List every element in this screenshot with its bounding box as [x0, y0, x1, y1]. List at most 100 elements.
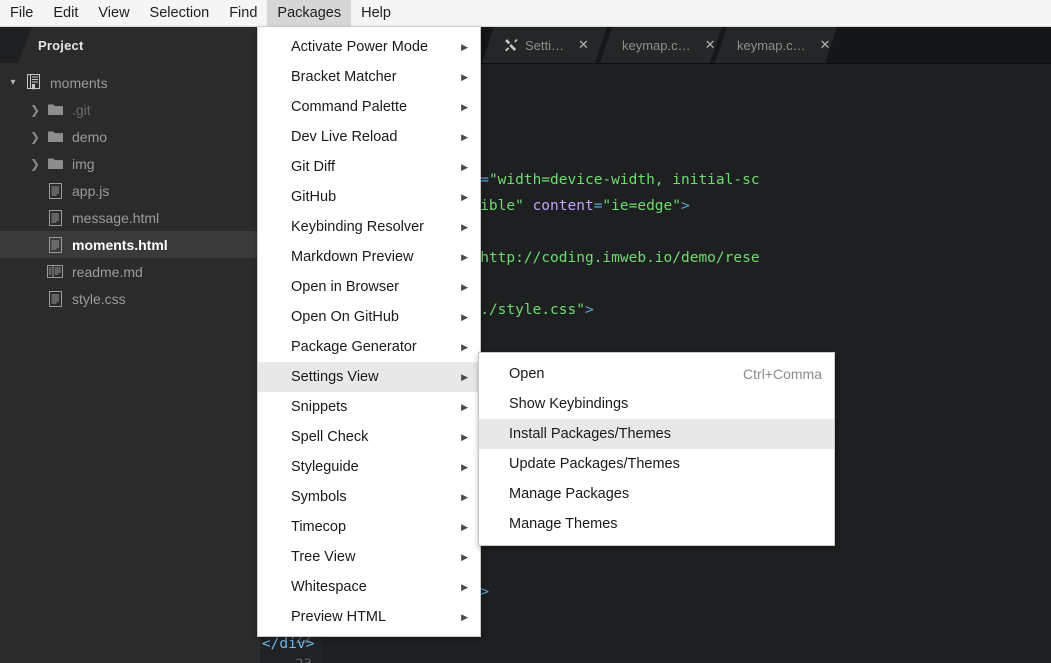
menu-item-label: Git Diff: [291, 159, 336, 175]
close-icon[interactable]: ✕: [705, 37, 716, 53]
chevron-right-icon: ▶: [461, 41, 468, 52]
menu-item-label: Styleguide: [291, 459, 359, 475]
editor-tab-keymapc[interactable]: keymap.c… ✕: [715, 27, 837, 63]
file-tree: ▾ moments ❯ .git ❯ demo ❯ img app.js message.html…: [0, 63, 260, 312]
chevron-right-icon: ▶: [461, 551, 468, 562]
editor-tab-label: keymap.c…: [737, 37, 806, 53]
menu-item-label: Update Packages/Themes: [509, 456, 680, 472]
packages-menu-item-preview-html[interactable]: Preview HTML ▶: [258, 602, 480, 632]
tree-item-label: message.html: [72, 209, 160, 226]
chevron-right-icon: ▶: [461, 101, 468, 112]
chevron-right-icon: ▶: [461, 221, 468, 232]
menu-item-label: Open: [509, 366, 545, 382]
packages-menu-item-markdown-preview[interactable]: Markdown Preview ▶: [258, 242, 480, 272]
packages-menu-item-git-diff[interactable]: Git Diff ▶: [258, 152, 480, 182]
packages-menu-item-open-in-browser[interactable]: Open in Browser ▶: [258, 272, 480, 302]
tree-item-img[interactable]: ❯ img: [0, 150, 260, 177]
menubar-item-packages[interactable]: Packages: [267, 0, 352, 26]
close-icon[interactable]: ✕: [820, 37, 831, 53]
chevron-right-icon: ▶: [461, 71, 468, 82]
settings-submenu-item-show-keybindings[interactable]: Show Keybindings: [479, 389, 834, 419]
menubar-item-selection[interactable]: Selection: [140, 0, 220, 26]
chevron-right-icon[interactable]: ❯: [28, 103, 42, 117]
menu-item-label: GitHub: [291, 189, 337, 205]
settings-view-submenu: Open Ctrl+Comma Show Keybindings Install Pa…: [478, 352, 835, 546]
tree-item-label: .git: [72, 101, 91, 118]
close-icon[interactable]: ✕: [578, 37, 589, 53]
tree-item-label: app.js: [72, 182, 110, 199]
tree-item-label: img: [72, 155, 95, 172]
packages-menu-item-timecop[interactable]: Timecop ▶: [258, 512, 480, 542]
folder-icon: [44, 157, 66, 170]
tab-project[interactable]: Project: [18, 27, 258, 63]
menubar-item-find[interactable]: Find: [219, 0, 267, 26]
line-number: 23: [295, 657, 312, 663]
project-sidebar: Project ▾ moments ❯ .git ❯ demo ❯ img app.js mess…: [0, 27, 260, 663]
menubar-item-view[interactable]: View: [88, 0, 139, 26]
workspace: Project ▾ moments ❯ .git ❯ demo ❯ img app.js mess…: [0, 27, 1051, 663]
menubar-item-file[interactable]: File: [0, 0, 43, 26]
packages-menu-item-styleguide[interactable]: Styleguide ▶: [258, 452, 480, 482]
tree-item-demo[interactable]: ❯ demo: [0, 123, 260, 150]
packages-menu-item-keybinding-resolver[interactable]: Keybinding Resolver ▶: [258, 212, 480, 242]
tree-item-moments[interactable]: ▾ moments: [0, 69, 260, 96]
settings-submenu-item-manage-packages[interactable]: Manage Packages: [479, 479, 834, 509]
menu-item-label: Bracket Matcher: [291, 69, 397, 85]
file-icon: [44, 209, 66, 226]
chevron-right-icon: ▶: [461, 131, 468, 142]
editor-tab-label: keymap.c…: [622, 37, 691, 53]
tree-item-message-html[interactable]: message.html: [0, 204, 260, 231]
menu-item-label: Preview HTML: [291, 609, 387, 625]
menu-item-label: Open in Browser: [291, 279, 399, 295]
tools-icon: [504, 38, 519, 53]
menu-item-shortcut: Ctrl+Comma: [743, 366, 822, 382]
chevron-right-icon[interactable]: ❯: [28, 157, 42, 171]
packages-menu-item-open-on-github[interactable]: Open On GitHub ▶: [258, 302, 480, 332]
code-token: "width=device-width, initial-sc: [488, 172, 760, 188]
menu-item-label: Activate Power Mode: [291, 39, 429, 55]
tree-item-moments-html[interactable]: moments.html: [0, 231, 260, 258]
chevron-right-icon: ▶: [461, 401, 468, 412]
tree-item-style-css[interactable]: style.css: [0, 285, 260, 312]
packages-menu-item-settings-view[interactable]: Settings View ▶: [258, 362, 480, 392]
packages-menu-item-github[interactable]: GitHub ▶: [258, 182, 480, 212]
tree-item--git[interactable]: ❯ .git: [0, 96, 260, 123]
menu-item-label: Install Packages/Themes: [509, 426, 671, 442]
settings-submenu-item-manage-themes[interactable]: Manage Themes: [479, 509, 834, 539]
menu-item-label: Keybinding Resolver: [291, 219, 424, 235]
tree-item-app-js[interactable]: app.js: [0, 177, 260, 204]
packages-menu-item-tree-view[interactable]: Tree View ▶: [258, 542, 480, 572]
menu-item-label: Symbols: [291, 489, 347, 505]
packages-menu-item-spell-check[interactable]: Spell Check ▶: [258, 422, 480, 452]
settings-submenu-item-open[interactable]: Open Ctrl+Comma: [479, 359, 834, 389]
packages-menu-item-package-generator[interactable]: Package Generator ▶: [258, 332, 480, 362]
packages-menu-item-snippets[interactable]: Snippets ▶: [258, 392, 480, 422]
editor-tab-Setti[interactable]: Setti… ✕: [482, 27, 607, 63]
tree-item-label: moments: [50, 74, 108, 91]
book-icon: [22, 74, 44, 91]
menu-item-label: Command Palette: [291, 99, 408, 115]
menubar-item-edit[interactable]: Edit: [43, 0, 88, 26]
packages-menu-item-whitespace[interactable]: Whitespace ▶: [258, 572, 480, 602]
packages-menu-item-activate-power-mode[interactable]: Activate Power Mode ▶: [258, 32, 480, 62]
settings-submenu-item-update-packages-themes[interactable]: Update Packages/Themes: [479, 449, 834, 479]
chevron-right-icon: ▶: [461, 281, 468, 292]
menu-item-label: Settings View: [291, 369, 379, 385]
code-token: >: [584, 302, 594, 318]
menubar-item-help[interactable]: Help: [351, 0, 401, 26]
packages-menu-item-dev-live-reload[interactable]: Dev Live Reload ▶: [258, 122, 480, 152]
packages-menu-item-symbols[interactable]: Symbols ▶: [258, 482, 480, 512]
chevron-right-icon[interactable]: ❯: [28, 130, 42, 144]
chevron-right-icon: ▶: [461, 461, 468, 472]
chevron-down-icon[interactable]: ▾: [6, 77, 20, 88]
packages-menu-item-command-palette[interactable]: Command Palette ▶: [258, 92, 480, 122]
code-token: >: [480, 584, 489, 600]
chevron-right-icon: ▶: [461, 341, 468, 352]
editor-tab-keymapc[interactable]: keymap.c… ✕: [600, 27, 722, 63]
tree-item-readme-md[interactable]: readme.md: [0, 258, 260, 285]
settings-submenu-item-install-packages-themes[interactable]: Install Packages/Themes: [479, 419, 834, 449]
project-tab-label: Project: [38, 37, 84, 53]
menu-item-label: Manage Packages: [509, 486, 630, 502]
tree-item-label: demo: [72, 128, 108, 145]
packages-menu-item-bracket-matcher[interactable]: Bracket Matcher ▶: [258, 62, 480, 92]
